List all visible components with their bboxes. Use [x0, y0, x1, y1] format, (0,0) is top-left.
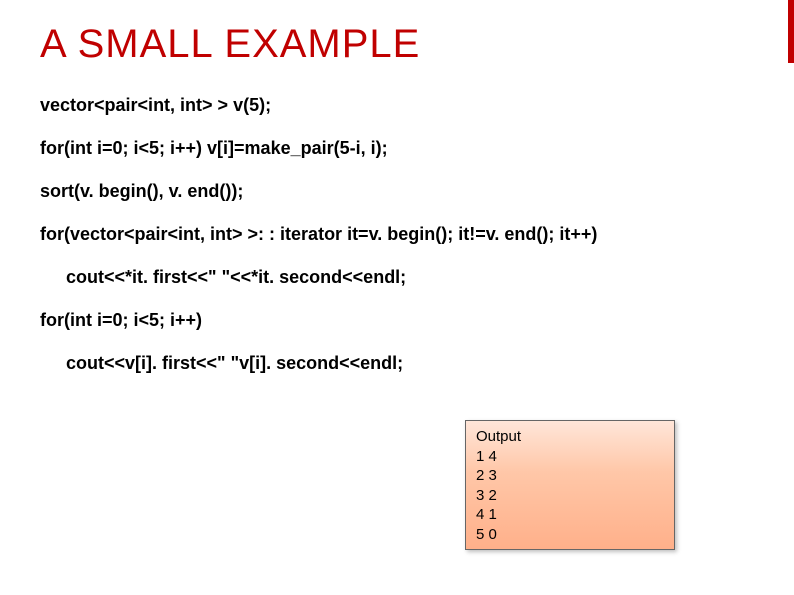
output-row: 3 2 — [476, 486, 664, 506]
code-line: for(vector<pair<int, int> >: : iterator … — [40, 224, 754, 245]
output-row: 4 1 — [476, 505, 664, 525]
output-box: Output 1 4 2 3 3 2 4 1 5 0 — [465, 420, 675, 550]
output-row: 5 0 — [476, 525, 664, 545]
slide-title: A SMALL EXAMPLE — [40, 22, 754, 67]
accent-bar — [788, 0, 794, 63]
code-line: cout<<v[i]. first<<" "v[i]. second<<endl… — [40, 353, 754, 374]
code-line: for(int i=0; i<5; i++) — [40, 310, 754, 331]
output-label: Output — [476, 427, 664, 447]
code-line: vector<pair<int, int> > v(5); — [40, 95, 754, 116]
output-row: 2 3 — [476, 466, 664, 486]
output-row: 1 4 — [476, 447, 664, 467]
code-line: cout<<*it. first<<" "<<*it. second<<endl… — [40, 267, 754, 288]
code-line: sort(v. begin(), v. end()); — [40, 181, 754, 202]
slide-content: A SMALL EXAMPLE vector<pair<int, int> > … — [0, 0, 794, 394]
code-block: vector<pair<int, int> > v(5); for(int i=… — [40, 95, 754, 374]
code-line: for(int i=0; i<5; i++) v[i]=make_pair(5-… — [40, 138, 754, 159]
